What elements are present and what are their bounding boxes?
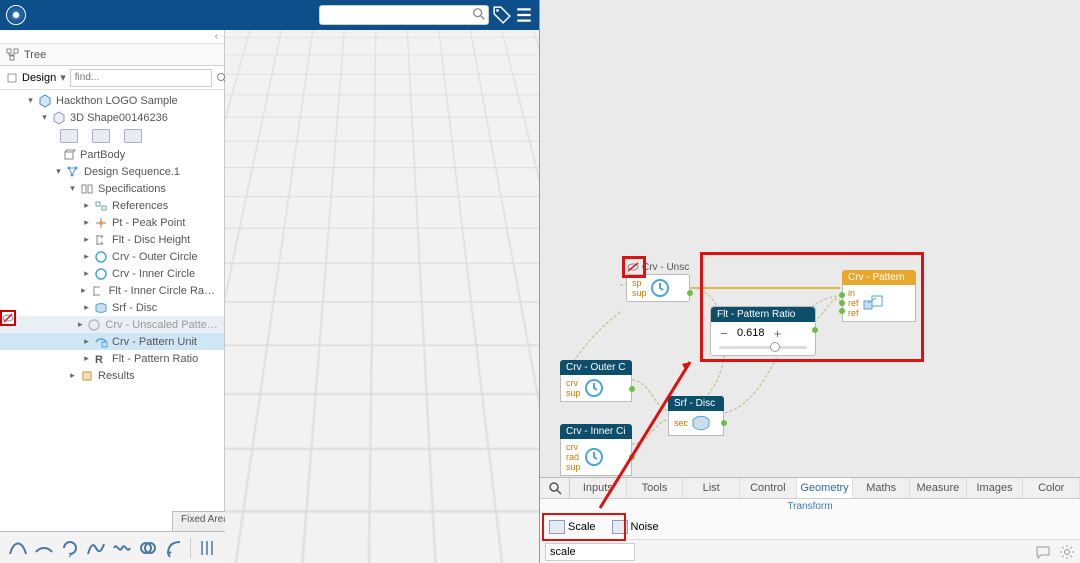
tab-measure[interactable]: Measure — [910, 478, 967, 498]
tree-row-results[interactable]: ▸Results — [0, 367, 224, 384]
tab-view[interactable]: View — [397, 511, 437, 531]
tab-tools[interactable]: Tools — [627, 478, 684, 498]
hamburger-menu-icon[interactable] — [515, 6, 533, 24]
operator-shelf: Scale Noise — [540, 515, 1080, 539]
highlight-unscaled-icon — [622, 256, 646, 278]
node-crv-unscaled[interactable]: Crv - Unsc sp sup — [626, 260, 690, 302]
app-logo-icon — [6, 5, 26, 25]
tab-control[interactable]: Control — [740, 478, 797, 498]
shelf-search-row — [540, 539, 1080, 563]
tool-arc-icon[interactable] — [32, 536, 56, 560]
tool-anchor-icon[interactable] — [436, 536, 460, 560]
shelf-search-input[interactable] — [545, 543, 635, 561]
clock-icon — [650, 278, 670, 298]
tree-panel: ‹ Tree Design ▾ ▾Hackthon LOGO Sample ▾3… — [0, 30, 225, 563]
tree-row-refs[interactable]: ▸References — [0, 197, 224, 214]
tab-construct[interactable]: Construct — [237, 511, 298, 531]
node-srf-disc[interactable]: Srf - Disc sec — [668, 396, 724, 436]
tool-rect-icon[interactable] — [273, 536, 297, 560]
tree-row-crv-inner[interactable]: ▸Crv - Inner Circle — [0, 265, 224, 282]
tab-fixed-area[interactable]: Fixed Area — [172, 511, 238, 531]
tree-row-seq[interactable]: ▾Design Sequence.1 — [0, 163, 224, 180]
node-crv-outer[interactable]: Crv - Outer C crvsup — [560, 360, 632, 402]
viewport-3d[interactable] — [225, 30, 539, 563]
node-crv-inner[interactable]: Crv - Inner Ci crvradsup — [560, 424, 632, 476]
tool-lines-icon[interactable] — [195, 536, 219, 560]
highlight-main-box — [700, 252, 924, 362]
tool-circle-icon[interactable] — [221, 536, 245, 560]
tab-color[interactable]: Color — [1023, 478, 1080, 498]
tree-row-flt-ratio[interactable]: ▸RFlt - Pattern Ratio — [0, 350, 224, 367]
tool-loop-icon[interactable] — [58, 536, 82, 560]
tree-row-pt[interactable]: ▸Pt - Peak Point — [0, 214, 224, 231]
tree-collapse-handle[interactable]: ‹ — [0, 30, 224, 44]
highlight-side-marker — [0, 310, 16, 326]
global-search-input[interactable] — [319, 5, 489, 25]
tree-row-partbody[interactable]: PartBody — [0, 146, 224, 163]
tree-header: Tree — [0, 44, 224, 66]
tree-row-flt-radius[interactable]: ▸Flt - Inner Circle Radius — [0, 282, 224, 299]
tab-inputs[interactable]: Inputs — [570, 478, 627, 498]
tree-list[interactable]: ▾Hackthon LOGO Sample ▾3D Shape00146236 … — [0, 90, 224, 563]
svg-text:R: R — [95, 354, 103, 366]
clock-icon — [584, 447, 604, 467]
tool-dims-icon[interactable] — [495, 536, 519, 560]
tool-star-icon[interactable] — [299, 536, 323, 560]
tool-concentric-icon[interactable] — [377, 536, 401, 560]
tab-list[interactable]: List — [683, 478, 740, 498]
tool-helix-icon[interactable] — [351, 536, 375, 560]
tree-row-srf[interactable]: ▸Srf - Disc — [0, 299, 224, 316]
tab-create[interactable]: Create — [297, 511, 345, 531]
tree-row-crv-unscaled[interactable]: ▸Crv - Unscaled Pattern ... — [0, 316, 224, 333]
tool-wave-icon[interactable] — [110, 536, 134, 560]
category-search-button[interactable] — [540, 478, 570, 498]
surface-icon — [691, 414, 711, 432]
eye-strike-icon — [2, 312, 14, 324]
graph-canvas[interactable]: Crv - Unsc sp sup Crv - Outer C crvsup C… — [540, 0, 1080, 477]
clock-icon — [584, 378, 604, 398]
search-icon — [472, 7, 486, 21]
tree-row-shape[interactable]: ▾3D Shape00146236 — [0, 109, 224, 126]
tree-row-flt-height[interactable]: ▸Flt - Disc Height — [0, 231, 224, 248]
design-label: Design — [22, 72, 56, 84]
gear-icon[interactable] — [1059, 544, 1075, 560]
tool-cube-icon[interactable] — [469, 536, 493, 560]
tool-curve-icon[interactable] — [6, 536, 30, 560]
tree-row-root[interactable]: ▾Hackthon LOGO Sample — [0, 92, 224, 109]
tool-hex-icon[interactable] — [247, 536, 271, 560]
chat-icon[interactable] — [1035, 544, 1051, 560]
tool-flip-icon[interactable] — [410, 536, 434, 560]
tool-sweep-icon[interactable] — [162, 536, 186, 560]
tool-spline-icon[interactable] — [84, 536, 108, 560]
tree-ref-icons — [0, 126, 224, 146]
tab-images[interactable]: Images — [967, 478, 1024, 498]
tree-title: Tree — [24, 49, 46, 61]
highlight-scale-op — [542, 513, 626, 541]
tree-row-crv-outer[interactable]: ▸Crv - Outer Circle — [0, 248, 224, 265]
tool-overlap-icon[interactable] — [136, 536, 160, 560]
construct-tabs: Fixed Area Construct Create Operate View — [172, 511, 435, 531]
tree-icon — [6, 48, 20, 62]
tab-operate[interactable]: Operate — [344, 511, 398, 531]
tab-maths[interactable]: Maths — [853, 478, 910, 498]
design-dropdown[interactable] — [6, 70, 18, 86]
category-tabs: Inputs Tools List Control Geometry Maths… — [540, 477, 1080, 499]
tag-icon[interactable] — [493, 6, 511, 24]
bottom-toolbar — [0, 531, 539, 563]
tree-row-specs[interactable]: ▾Specifications — [0, 180, 224, 197]
tool-spiral-icon[interactable] — [325, 536, 349, 560]
tree-find-input[interactable] — [70, 69, 212, 87]
titlebar — [0, 0, 539, 30]
tree-row-crv-pattern[interactable]: ▸Crv - Pattern Unit — [0, 333, 224, 350]
tab-geometry[interactable]: Geometry — [797, 478, 854, 498]
